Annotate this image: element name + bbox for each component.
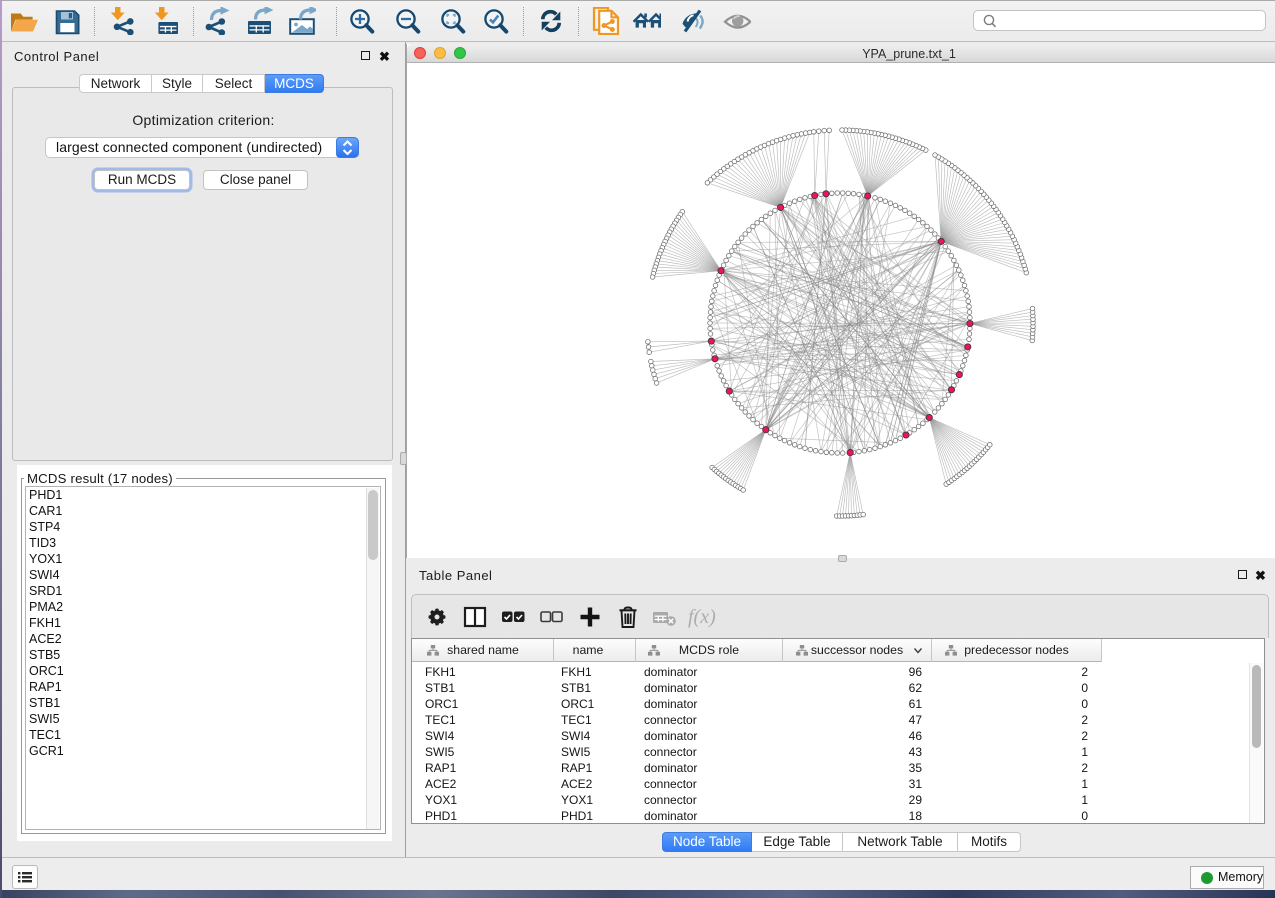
svg-text:f(x): f(x) (688, 606, 716, 628)
